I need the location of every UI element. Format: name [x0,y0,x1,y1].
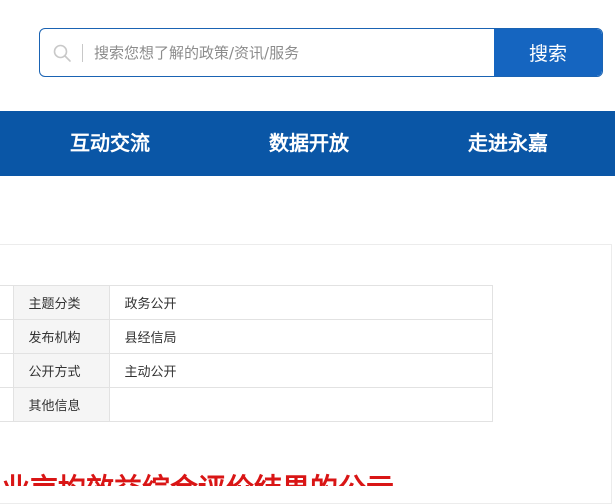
meta-value: 政务公开 [108,285,493,320]
nav-item-interaction[interactable]: 互动交流 [70,111,150,176]
meta-value: 主动公开 [108,353,493,388]
meta-value: 县经信局 [108,319,493,354]
document-title: 业亩均效益综合评价结果的公示 [0,466,615,487]
document-meta-table: 主题分类 政务公开 发布机构 县经信局 公开方式 主动公开 其他信息 [0,285,493,422]
document-title-text: 业亩均效益综合评价结果的公示 [2,474,394,487]
search-button[interactable]: 搜索 [494,29,602,76]
search-icon [53,44,71,62]
meta-value [108,387,493,422]
table-row: 其他信息 [0,387,493,422]
main-nav: 互动交流 数据开放 走进永嘉 [0,111,615,176]
meta-label: 其他信息 [12,387,110,422]
table-row: 发布机构 县经信局 [0,319,493,354]
table-row: 公开方式 主动公开 [0,353,493,388]
nav-item-open-data[interactable]: 数据开放 [269,111,349,176]
search-box: 搜索 [39,28,603,77]
search-input[interactable] [94,29,474,76]
table-row: 主题分类 政务公开 [0,285,493,320]
meta-label: 主题分类 [12,285,110,320]
search-divider [82,44,83,62]
meta-label: 发布机构 [12,319,110,354]
nav-item-about-yongjia[interactable]: 走进永嘉 [468,111,548,176]
meta-label: 公开方式 [12,353,110,388]
